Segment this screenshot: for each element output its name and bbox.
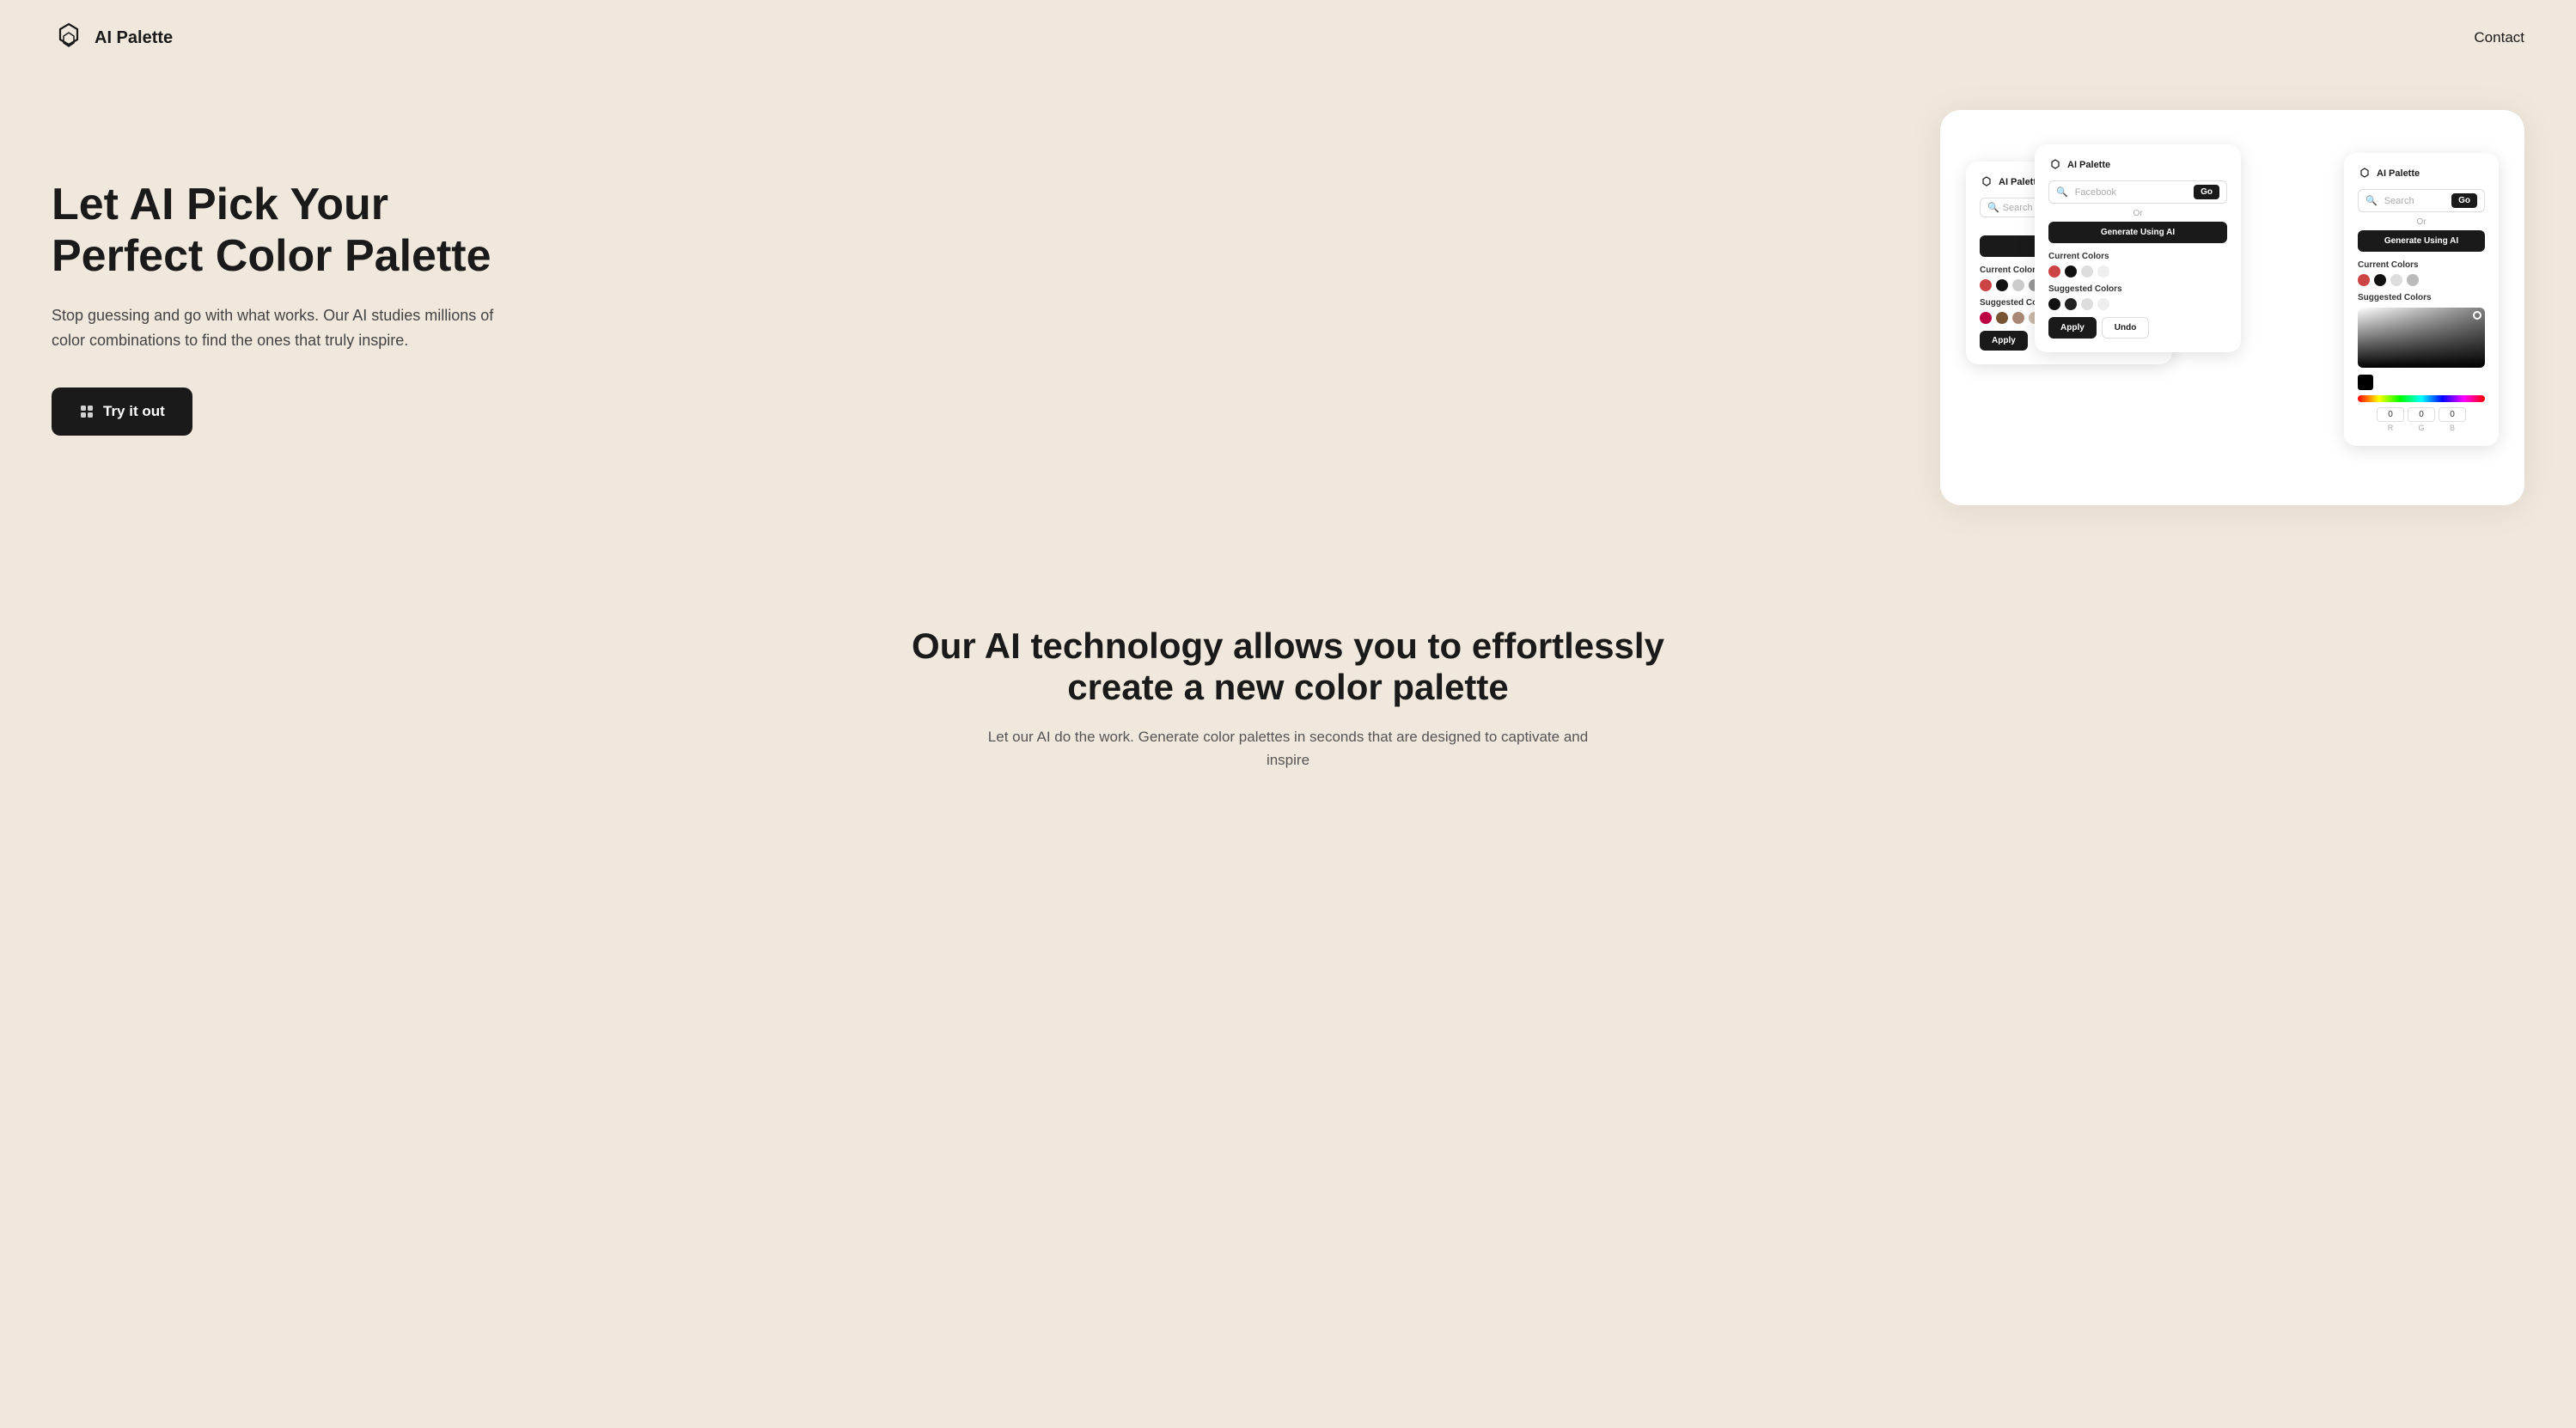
color-dot bbox=[2065, 265, 2077, 278]
r-input-group: 0 R bbox=[2377, 407, 2404, 432]
g-label: G bbox=[2418, 424, 2424, 432]
panel2-search-icon: 🔍 bbox=[2056, 186, 2068, 198]
bottom-title: Our AI technology allows you to effortle… bbox=[901, 626, 1675, 708]
bottom-subtitle: Let our AI do the work. Generate color p… bbox=[987, 725, 1589, 772]
color-dot bbox=[2048, 265, 2060, 278]
panel3-logo-label: AI Palette bbox=[2377, 168, 2420, 179]
color-picker-handle bbox=[2473, 311, 2481, 320]
panel3-search-text: Search bbox=[2384, 196, 2414, 206]
panel2-generate-btn[interactable]: Generate Using AI bbox=[2048, 222, 2227, 243]
logo-text: AI Palette bbox=[95, 28, 173, 48]
panel1-logo-icon bbox=[1980, 175, 1993, 189]
color-dot bbox=[1980, 279, 1992, 291]
hero-section: Let AI Pick Your Perfect Color Palette S… bbox=[0, 76, 2576, 574]
panel3-or: Or bbox=[2358, 217, 2485, 227]
panel2-logo: AI Palette bbox=[2048, 158, 2227, 172]
panel1-search-text: Search bbox=[2003, 203, 2033, 213]
panel3-suggested-label: Suggested Colors bbox=[2358, 293, 2485, 302]
g-value[interactable]: 0 bbox=[2408, 407, 2435, 422]
panel2-search-value: Facebook bbox=[2075, 187, 2116, 198]
color-dot bbox=[2097, 265, 2109, 278]
panel2-logo-label: AI Palette bbox=[2067, 160, 2110, 170]
panel3-logo-icon bbox=[2358, 167, 2372, 180]
hero-subtitle: Stop guessing and go with what works. Ou… bbox=[52, 303, 498, 353]
color-dot bbox=[2048, 298, 2060, 310]
panel1-apply-btn[interactable]: Apply bbox=[1980, 331, 2028, 351]
hero-text-block: Let AI Pick Your Perfect Color Palette S… bbox=[52, 180, 498, 435]
panel2-or: Or bbox=[2048, 209, 2227, 218]
color-dot bbox=[2358, 274, 2370, 286]
b-label: B bbox=[2450, 424, 2455, 432]
color-picker-gradient[interactable] bbox=[2358, 308, 2485, 368]
logo-icon bbox=[52, 21, 86, 55]
try-button[interactable]: Try it out bbox=[52, 388, 192, 436]
navbar: AI Palette Contact bbox=[0, 0, 2576, 76]
color-dot bbox=[2081, 298, 2093, 310]
color-dot bbox=[1980, 312, 1992, 324]
panel3-generate-btn[interactable]: Generate Using AI bbox=[2358, 230, 2485, 252]
color-dot bbox=[2065, 298, 2077, 310]
rgb-inputs: 0 R 0 G 0 B bbox=[2358, 407, 2485, 432]
logo-area: AI Palette bbox=[52, 21, 173, 55]
panel3-current-colors bbox=[2358, 274, 2485, 286]
panels-wrapper: AI Palette 🔍 Search Or Generate Using Cu… bbox=[1966, 144, 2499, 471]
panel3-search-row: 🔍 Search Go bbox=[2358, 189, 2485, 212]
color-swatch-black bbox=[2358, 375, 2373, 390]
bottom-section: Our AI technology allows you to effortle… bbox=[0, 574, 2576, 840]
color-dot bbox=[2097, 298, 2109, 310]
panel2-search-row: 🔍 Facebook Go bbox=[2048, 180, 2227, 204]
b-input-group: 0 B bbox=[2439, 407, 2466, 432]
panel2-suggested-colors bbox=[2048, 298, 2227, 310]
color-dot bbox=[1996, 279, 2008, 291]
panel2-go-btn[interactable]: Go bbox=[2194, 185, 2219, 199]
contact-link[interactable]: Contact bbox=[2474, 29, 2524, 46]
g-input-group: 0 G bbox=[2408, 407, 2435, 432]
b-value[interactable]: 0 bbox=[2439, 407, 2466, 422]
hue-bar[interactable] bbox=[2358, 395, 2485, 402]
panel1-search-icon: 🔍 bbox=[1987, 202, 1999, 213]
panel3-logo: AI Palette bbox=[2358, 167, 2485, 180]
panel2-current-label: Current Colors bbox=[2048, 252, 2227, 261]
panel3-current-label: Current Colors bbox=[2358, 260, 2485, 270]
panel-3: AI Palette 🔍 Search Go Or Generate Using… bbox=[2344, 153, 2499, 446]
color-dot bbox=[2374, 274, 2386, 286]
demo-container: AI Palette 🔍 Search Or Generate Using Cu… bbox=[1940, 110, 2524, 505]
r-value[interactable]: 0 bbox=[2377, 407, 2404, 422]
color-dot bbox=[2012, 312, 2024, 324]
try-button-icon bbox=[79, 404, 95, 419]
panel2-current-colors bbox=[2048, 265, 2227, 278]
panel2-undo-btn[interactable]: Undo bbox=[2102, 317, 2150, 339]
panel3-go-btn[interactable]: Go bbox=[2451, 193, 2477, 208]
color-dot bbox=[1996, 312, 2008, 324]
panel2-apply-btn[interactable]: Apply bbox=[2048, 317, 2097, 339]
panel2-suggested-label: Suggested Colors bbox=[2048, 284, 2227, 294]
panel2-logo-icon bbox=[2048, 158, 2062, 172]
color-dot bbox=[2407, 274, 2419, 286]
color-dot bbox=[2012, 279, 2024, 291]
panel3-search-icon: 🔍 bbox=[2365, 195, 2378, 206]
hero-title: Let AI Pick Your Perfect Color Palette bbox=[52, 180, 498, 283]
color-dot bbox=[2390, 274, 2402, 286]
panel-2: AI Palette 🔍 Facebook Go Or Generate Usi… bbox=[2035, 144, 2241, 352]
r-label: R bbox=[2388, 424, 2394, 432]
color-dot bbox=[2081, 265, 2093, 278]
